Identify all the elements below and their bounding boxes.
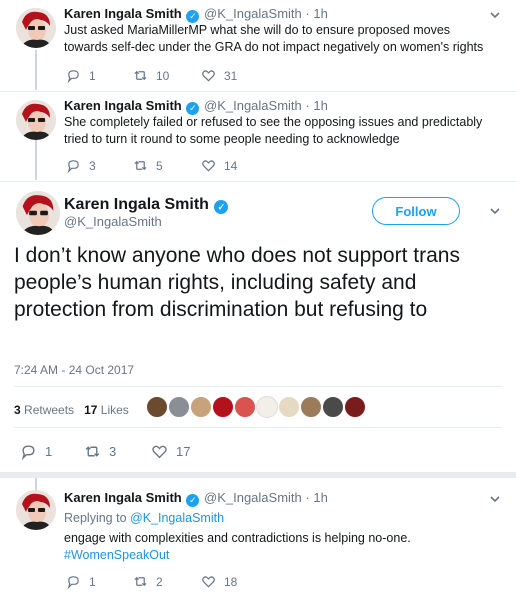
author-name[interactable]: Karen Ingala Smith xyxy=(64,6,182,21)
replying-to-label: Replying to xyxy=(64,511,127,525)
divider xyxy=(0,181,516,182)
avatar[interactable] xyxy=(16,100,56,140)
retweet-button[interactable]: 2 xyxy=(133,574,163,589)
replying-to-handle[interactable]: @K_IngalaSmith xyxy=(130,511,224,525)
author-handle[interactable]: @K_IngalaSmith xyxy=(204,490,302,505)
tweet-header: Karen Ingala Smith ✓ @K_IngalaSmith · 1h xyxy=(64,6,328,23)
author-name[interactable]: Karen Ingala Smith xyxy=(64,98,182,113)
author-name[interactable]: Karen Ingala Smith xyxy=(64,490,182,505)
chevron-down-icon[interactable] xyxy=(488,492,502,506)
reply-count: 1 xyxy=(45,444,53,459)
liker-avatar[interactable] xyxy=(256,396,278,418)
divider xyxy=(14,386,502,387)
reply-button[interactable]: 1 xyxy=(66,68,96,83)
reply-icon xyxy=(67,160,79,173)
like-count: 31 xyxy=(224,68,238,83)
reply-icon xyxy=(67,70,79,83)
retweet-button[interactable]: 10 xyxy=(133,68,169,83)
like-button[interactable]: 17 xyxy=(151,443,190,460)
separator-dot: · xyxy=(305,6,310,21)
tweet-2[interactable]: Karen Ingala Smith ✓ @K_IngalaSmith · 1h… xyxy=(0,92,516,182)
retweets-stat[interactable]: 3 Retweets xyxy=(14,403,74,417)
liker-avatar[interactable] xyxy=(146,396,168,418)
retweets-stat-label: Retweets xyxy=(24,403,75,417)
hashtag-link[interactable]: #WomenSpeakOut xyxy=(64,547,484,564)
author-name-text: Karen Ingala Smith xyxy=(64,196,209,213)
retweet-button[interactable]: 5 xyxy=(133,158,163,173)
reply-button[interactable]: 1 xyxy=(20,443,52,460)
tweet-text: She completely failed or refused to see … xyxy=(64,115,483,146)
tweet-actions: 1 10 31 xyxy=(64,68,264,84)
liker-avatar[interactable] xyxy=(168,396,190,418)
follow-button[interactable]: Follow xyxy=(372,197,460,225)
reply-count: 1 xyxy=(89,68,96,83)
tweet-header: Karen Ingala Smith ✓ @K_IngalaSmith · 1h xyxy=(64,98,328,115)
reply-button[interactable]: 3 xyxy=(66,158,96,173)
liker-avatar[interactable] xyxy=(278,396,300,418)
tweet-text: Just asked MariaMillerMP what she will d… xyxy=(64,23,484,54)
like-count: 14 xyxy=(224,158,238,173)
main-tweet-text: I don’t know anyone who does not support… xyxy=(14,244,460,321)
retweet-button[interactable]: 3 xyxy=(84,443,116,460)
retweet-count: 5 xyxy=(156,158,163,173)
like-button[interactable]: 31 xyxy=(201,68,237,83)
likes-stat[interactable]: 17 Likes xyxy=(84,403,129,417)
reply-icon xyxy=(67,576,79,589)
separator-dot: · xyxy=(305,490,310,505)
tweet-time[interactable]: 1h xyxy=(313,98,327,113)
like-count: 18 xyxy=(224,574,238,589)
retweet-count: 3 xyxy=(109,444,117,459)
tweet-actions: 1 2 18 xyxy=(64,574,264,590)
reply-icon xyxy=(21,445,35,460)
chevron-down-icon[interactable] xyxy=(488,204,502,218)
avatar[interactable] xyxy=(16,8,56,48)
reply-tweet-text: engage with complexities and contradicti… xyxy=(64,530,484,564)
retweet-icon xyxy=(134,160,147,171)
chevron-down-icon[interactable] xyxy=(488,8,502,22)
author-name[interactable]: Karen Ingala Smith ✓ xyxy=(64,196,229,214)
reply-button[interactable]: 1 xyxy=(66,574,96,589)
retweet-count: 10 xyxy=(156,68,170,83)
tweet-actions: 3 5 14 xyxy=(64,158,264,174)
tweet-stats: 3 Retweets 17 Likes xyxy=(14,403,129,417)
tweet-timestamp[interactable]: 7:24 AM - 24 Oct 2017 xyxy=(14,363,134,377)
like-button[interactable]: 18 xyxy=(201,574,237,589)
liker-avatar[interactable] xyxy=(322,396,344,418)
reply-count: 3 xyxy=(89,158,96,173)
like-icon xyxy=(152,445,167,459)
author-handle[interactable]: @K_IngalaSmith xyxy=(64,214,162,229)
retweet-icon xyxy=(134,576,147,587)
retweets-stat-count: 3 xyxy=(14,403,21,417)
tweet-time[interactable]: 1h xyxy=(313,490,327,505)
likes-stat-count: 17 xyxy=(84,403,98,417)
avatar[interactable] xyxy=(16,490,56,530)
author-handle[interactable]: @K_IngalaSmith xyxy=(204,6,302,21)
liker-avatar[interactable] xyxy=(212,396,234,418)
divider xyxy=(14,427,502,428)
verified-icon: ✓ xyxy=(186,494,200,507)
retweet-count: 2 xyxy=(156,574,163,589)
like-icon xyxy=(202,70,215,82)
liker-avatar[interactable] xyxy=(300,396,322,418)
separator-dot: · xyxy=(305,98,310,113)
reply-text: engage with complexities and contradicti… xyxy=(64,531,411,545)
retweet-icon xyxy=(85,446,100,457)
avatar[interactable] xyxy=(16,191,60,235)
reply-count: 1 xyxy=(89,574,96,589)
tweet-time[interactable]: 1h xyxy=(313,6,327,21)
liker-avatar[interactable] xyxy=(344,396,366,418)
verified-icon: ✓ xyxy=(214,200,229,214)
tweet-header: Karen Ingala Smith ✓ @K_IngalaSmith · 1h xyxy=(64,490,328,507)
liker-avatar[interactable] xyxy=(234,396,256,418)
liker-avatar[interactable] xyxy=(190,396,212,418)
author-handle[interactable]: @K_IngalaSmith xyxy=(204,98,302,113)
like-icon xyxy=(202,576,215,588)
retweet-icon xyxy=(134,70,147,81)
like-button[interactable]: 14 xyxy=(201,158,237,173)
like-count: 17 xyxy=(176,444,191,459)
tweet-1[interactable]: Karen Ingala Smith ✓ @K_IngalaSmith · 1h… xyxy=(0,0,516,92)
replying-to: Replying to @K_IngalaSmith xyxy=(64,511,224,525)
like-icon xyxy=(202,160,215,172)
likes-stat-label: Likes xyxy=(100,403,129,417)
